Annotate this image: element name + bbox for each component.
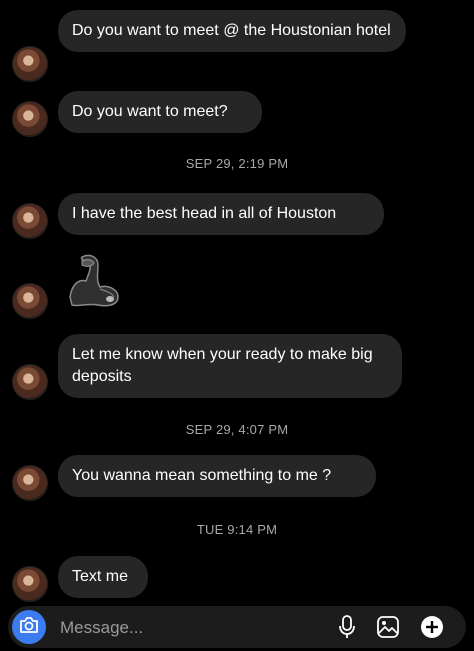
message-text: Do you want to meet? xyxy=(72,103,228,120)
image-icon[interactable] xyxy=(376,615,400,639)
message-input[interactable] xyxy=(58,614,322,642)
timestamp: TUE 9:14 PM xyxy=(196,522,278,537)
avatar[interactable] xyxy=(12,101,48,137)
microphone-icon[interactable] xyxy=(335,615,359,639)
flexed-biceps-icon[interactable] xyxy=(62,253,124,320)
avatar[interactable] xyxy=(12,364,48,400)
avatar[interactable] xyxy=(12,465,48,501)
timestamp: SEP 29, 2:19 PM xyxy=(185,156,289,171)
message-text: Let me know when your ready to make big … xyxy=(72,346,373,385)
avatar[interactable] xyxy=(12,203,48,239)
message-composer xyxy=(8,606,466,648)
message-thread: Do you want to meet @ the Houstonian hot… xyxy=(0,0,474,651)
message-text: Do you want to meet @ the Houstonian hot… xyxy=(72,22,391,39)
plus-icon[interactable] xyxy=(420,615,444,639)
message-bubble[interactable]: Text me xyxy=(58,556,148,598)
message-bubble[interactable]: Let me know when your ready to make big … xyxy=(58,334,402,398)
message-bubble[interactable]: You wanna mean something to me ? xyxy=(58,455,376,497)
message-bubble[interactable]: I have the best head in all of Houston xyxy=(58,193,384,235)
message-bubble[interactable]: Do you want to meet? xyxy=(58,91,262,133)
message-text: You wanna mean something to me ? xyxy=(72,467,332,484)
camera-button[interactable] xyxy=(12,610,46,644)
message-text: Text me xyxy=(72,568,129,585)
avatar[interactable] xyxy=(12,46,48,82)
message-text: I have the best head in all of Houston xyxy=(72,205,337,222)
avatar[interactable] xyxy=(12,283,48,319)
message-bubble[interactable]: Do you want to meet @ the Houstonian hot… xyxy=(58,10,406,52)
avatar[interactable] xyxy=(12,566,48,602)
camera-icon xyxy=(19,616,39,639)
timestamp: SEP 29, 4:07 PM xyxy=(185,422,289,437)
